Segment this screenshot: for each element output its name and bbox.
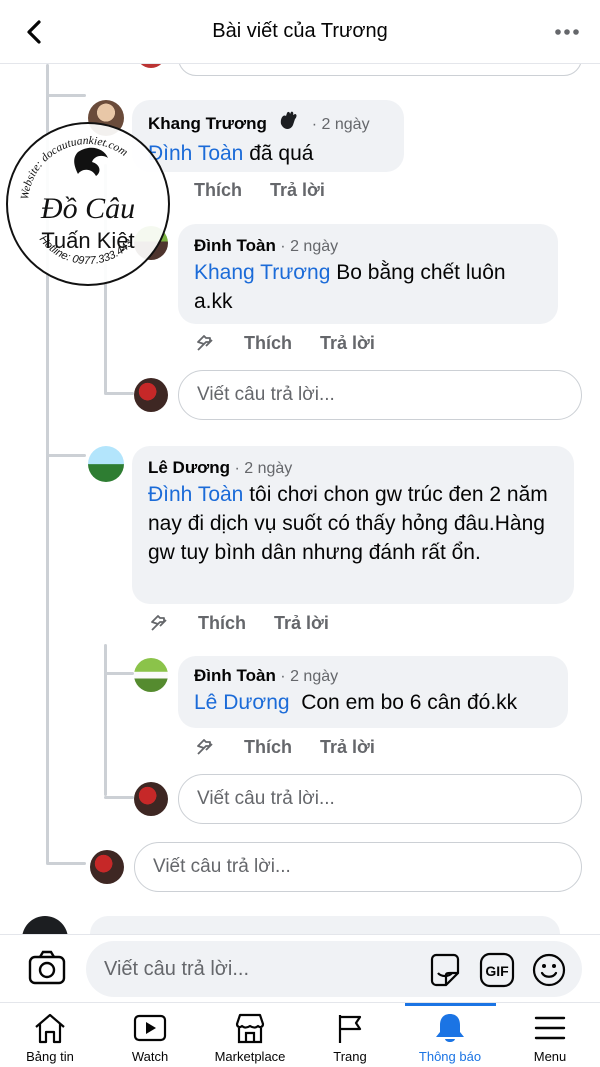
like-button[interactable]: Thích	[244, 333, 292, 354]
tab-label: Thông báo	[418, 1049, 482, 1064]
sticker-icon[interactable]	[426, 951, 464, 989]
comment-text: Đình Toàn đã quá	[148, 142, 314, 165]
fish-logo-icon	[74, 147, 108, 176]
mention-link[interactable]: Đình Toàn	[148, 483, 243, 506]
reply-button[interactable]: Trả lời	[320, 333, 375, 354]
comment-author[interactable]: Đình Toàn	[194, 666, 276, 685]
wave-emoji-icon	[277, 110, 301, 137]
avatar[interactable]	[134, 658, 168, 692]
reply-button[interactable]: Trả lời	[320, 737, 375, 758]
menu-icon	[532, 1011, 568, 1045]
watermark-website: Website: docautuankiet.com	[19, 135, 130, 201]
tab-marketplace[interactable]: Marketplace	[200, 1003, 300, 1067]
comment-input[interactable]: Viết câu trả lời... GIF	[86, 941, 582, 997]
comment-author[interactable]: Lê Dương	[148, 458, 230, 477]
reply-button[interactable]: Trả lời	[270, 180, 325, 201]
avatar[interactable]	[134, 782, 168, 816]
watermark-line2: Tuấn Kiệt	[41, 228, 134, 253]
avatar	[136, 64, 166, 68]
shop-logo-watermark: Website: docautuankiet.com Hotline: 0977…	[6, 122, 170, 286]
watermark-line1: Đồ Câu	[40, 192, 135, 225]
thread-connector	[46, 454, 86, 457]
comment-bubble: Đình Toàn · 2 ngày Khang Trương Bo bằng …	[178, 224, 558, 324]
comment-time: · 2 ngày	[280, 668, 339, 685]
tab-label: Menu	[533, 1049, 567, 1064]
flag-icon	[332, 1011, 368, 1045]
comment-actions: Thích Trả lời	[194, 180, 325, 201]
thread-connector	[46, 94, 86, 97]
avatar[interactable]	[88, 446, 124, 482]
comment-text: Đình Toàn tôi chơi chon gw trúc đen 2 nă…	[148, 483, 548, 564]
tab-label: Marketplace	[214, 1049, 286, 1064]
comment-actions: Thích Trả lời	[194, 332, 375, 354]
watch-icon	[132, 1011, 168, 1045]
tab-news-feed[interactable]: Bảng tin	[0, 1003, 100, 1067]
compose-icons: GIF	[426, 951, 568, 989]
comment-time: · 2 ngày	[311, 116, 370, 133]
thread-line	[104, 644, 107, 796]
comment-actions: Thích Trả lời	[148, 612, 329, 634]
more-options-icon[interactable]	[554, 22, 580, 42]
comment-bubble: Đình Toàn · 2 ngày Lê Dương Con em bo 6 …	[178, 656, 568, 728]
svg-text:GIF: GIF	[485, 963, 509, 979]
page-title: Bài viết của Trương	[212, 20, 388, 42]
avatar[interactable]	[22, 916, 68, 934]
reply-input[interactable]: Viết câu trả lời...	[178, 370, 582, 420]
tab-watch[interactable]: Watch	[100, 1003, 200, 1067]
bottom-tab-bar: Bảng tin Watch Marketplace Trang Thông b…	[0, 1002, 600, 1067]
bell-icon	[432, 1011, 468, 1045]
mention-link[interactable]: Lê Dương	[194, 691, 290, 714]
react-icon[interactable]	[194, 736, 216, 758]
like-button[interactable]: Thích	[198, 613, 246, 634]
avatar[interactable]	[90, 850, 124, 884]
tab-pages[interactable]: Trang	[300, 1003, 400, 1067]
like-button[interactable]: Thích	[194, 180, 242, 201]
react-icon[interactable]	[148, 612, 170, 634]
comment-time: · 2 ngày	[280, 238, 339, 255]
marketplace-icon	[232, 1011, 268, 1045]
reply-input[interactable]: Viết câu trả lời...	[178, 774, 582, 824]
comment-bubble: Khang Trương · 2 ngày Đình Toàn đã quá	[132, 100, 404, 172]
tab-menu[interactable]: Menu	[500, 1003, 600, 1067]
comment-bubble: Lê Dương · 2 ngày Đình Toàn tôi chơi cho…	[132, 446, 574, 604]
emoji-icon[interactable]	[530, 951, 568, 989]
thread-connector	[104, 392, 134, 395]
tab-label: Trang	[333, 1049, 367, 1064]
thread-connector	[104, 796, 134, 799]
comment-time: · 2 ngày	[234, 460, 293, 477]
comment-actions: Thích Trả lời	[194, 736, 375, 758]
top-bar: Bài viết của Trương	[0, 0, 600, 64]
reply-input[interactable]: Viết câu trả lời...	[134, 842, 582, 892]
comment-bubble	[90, 916, 560, 934]
like-button[interactable]: Thích	[244, 737, 292, 758]
react-icon[interactable]	[194, 332, 216, 354]
mention-link[interactable]: Khang Trương	[194, 261, 330, 284]
compose-bar: Viết câu trả lời... GIF	[0, 934, 600, 1002]
reply-button[interactable]: Trả lời	[274, 613, 329, 634]
comment-author[interactable]: Đình Toàn	[194, 236, 276, 255]
avatar[interactable]	[134, 378, 168, 412]
thread-connector	[46, 862, 86, 865]
tab-label: Bảng tin	[26, 1049, 74, 1064]
gif-icon[interactable]: GIF	[478, 951, 516, 989]
home-icon	[32, 1011, 68, 1045]
tab-label: Watch	[131, 1049, 169, 1064]
comment-text: Khang Trương Bo bằng chết luôn a.kk	[194, 261, 506, 313]
thread-connector	[104, 672, 134, 675]
camera-icon[interactable]	[26, 947, 68, 989]
comment-text: Lê Dương Con em bo 6 cân đó.kk	[194, 691, 518, 714]
previous-comment-bubble	[178, 64, 582, 76]
tab-notifications[interactable]: Thông báo	[400, 1003, 500, 1067]
comment-input-placeholder: Viết câu trả lời...	[104, 957, 250, 980]
